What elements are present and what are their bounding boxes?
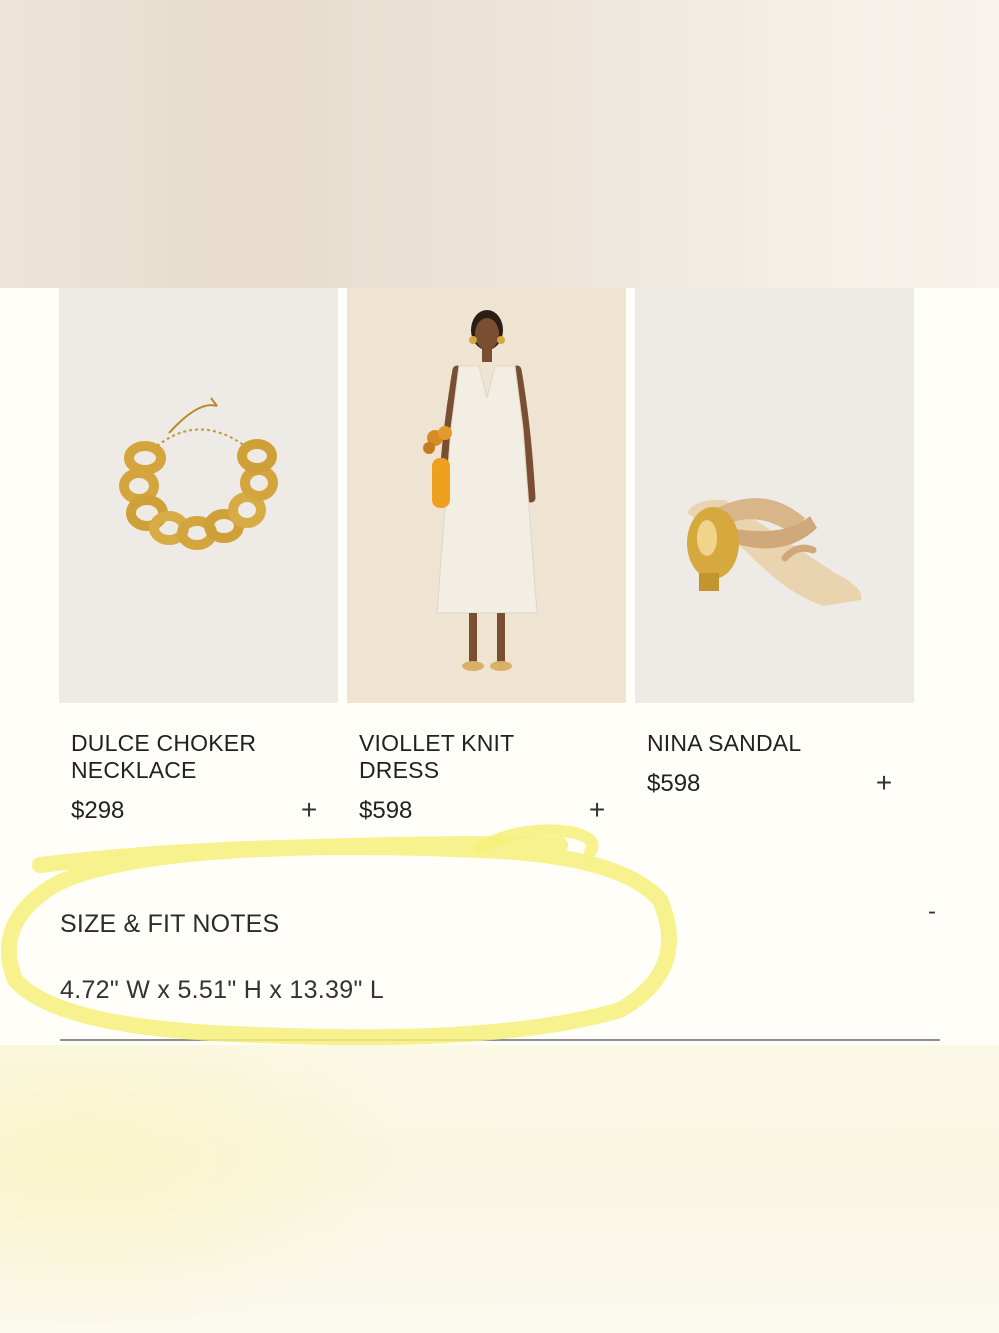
gold-chain-necklace-icon [119, 397, 278, 550]
add-to-cart-button[interactable]: + [296, 796, 322, 824]
add-to-cart-button[interactable]: + [584, 796, 610, 824]
dress-image[interactable] [347, 288, 626, 703]
product-section: DULCE CHOKER NECKLACE $298 + VIOLLET KNI… [0, 288, 999, 1045]
add-to-cart-button[interactable]: + [871, 769, 897, 797]
blurred-top-background [0, 0, 999, 288]
necklace-image[interactable] [59, 288, 338, 703]
product-name[interactable]: VIOLLET KNIT DRESS [359, 730, 599, 784]
product-price: $298 [71, 797, 125, 824]
size-fit-notes-title[interactable]: SIZE & FIT NOTES [60, 910, 279, 939]
sandal-image[interactable] [635, 288, 914, 703]
product-card-dress[interactable]: VIOLLET KNIT DRESS $598 + [347, 288, 626, 824]
product-card-necklace[interactable]: DULCE CHOKER NECKLACE $298 + [59, 288, 338, 824]
section-divider [60, 1039, 940, 1041]
blurred-bottom-background [0, 1045, 999, 1333]
white-knit-dress-model-icon [423, 310, 538, 671]
collapse-toggle-button[interactable]: - [928, 898, 936, 926]
size-fit-dimensions: 4.72" W x 5.51" H x 13.39" L [60, 976, 385, 1004]
product-card-sandal[interactable]: NINA SANDAL $598 + [635, 288, 914, 797]
product-price: $598 [359, 797, 413, 824]
product-name[interactable]: DULCE CHOKER NECKLACE [71, 730, 311, 784]
product-price: $598 [647, 770, 701, 797]
tan-sandal-icon [687, 498, 862, 606]
product-name[interactable]: NINA SANDAL [647, 730, 887, 757]
